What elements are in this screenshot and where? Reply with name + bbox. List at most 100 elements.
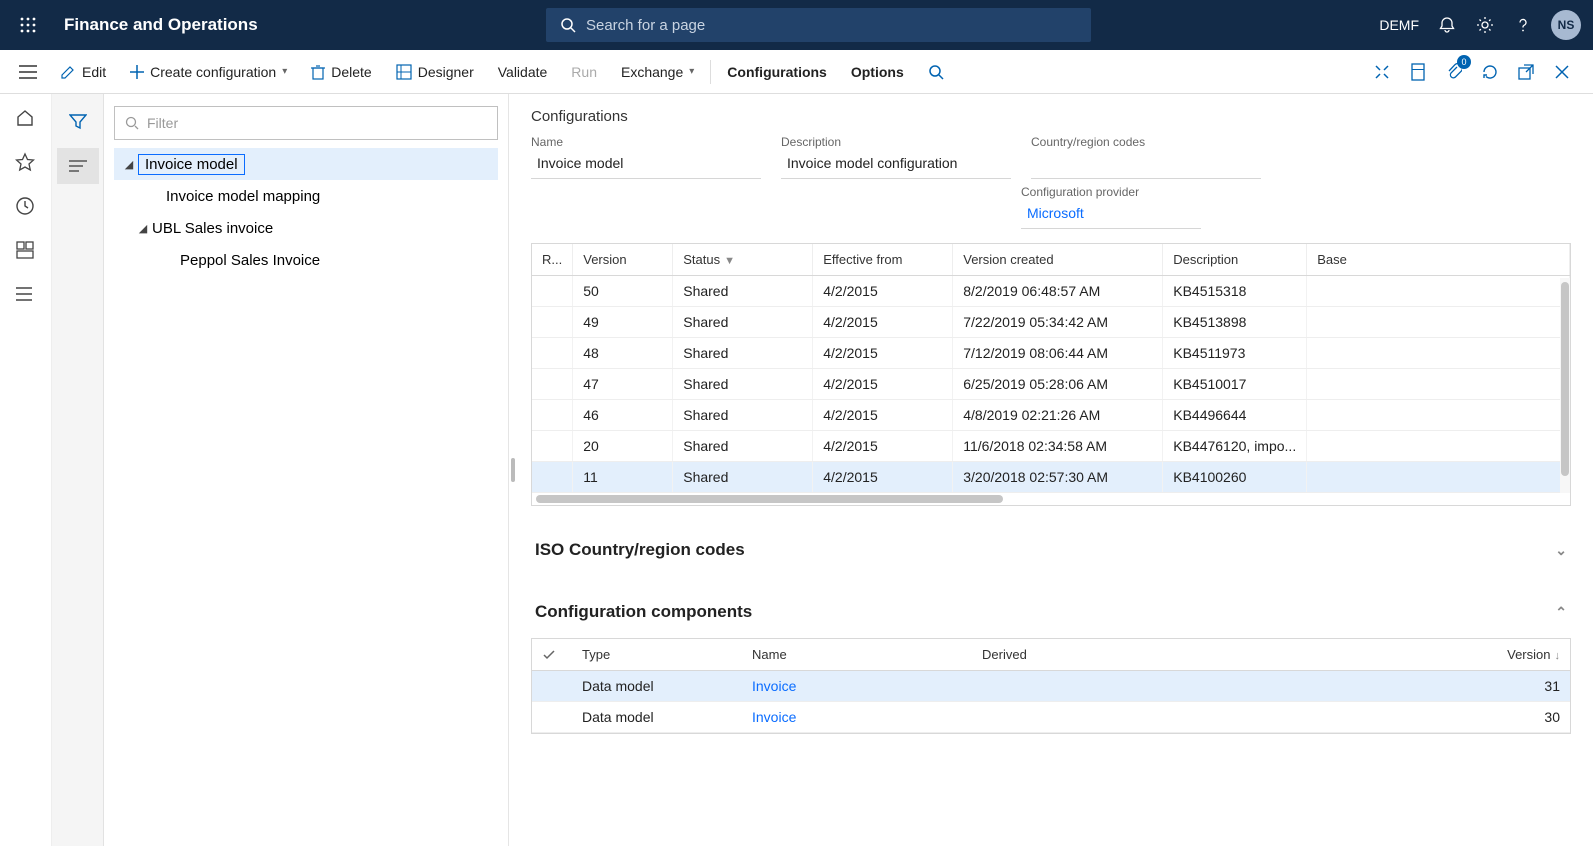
exchange-button[interactable]: Exchange ▾ <box>609 50 706 94</box>
col-select[interactable] <box>532 639 572 671</box>
cell-r <box>532 338 573 369</box>
col-version[interactable]: Version↓ <box>1132 639 1570 671</box>
settings-icon[interactable] <box>1475 15 1495 35</box>
cell-name-link[interactable]: Invoice <box>742 671 972 702</box>
home-icon[interactable] <box>15 108 37 130</box>
refresh-icon[interactable] <box>1479 61 1501 83</box>
cell-effective: 4/2/2015 <box>813 400 953 431</box>
chevron-down-icon: ▾ <box>689 66 694 77</box>
grid-header-row: Type Name Derived Version↓ <box>532 639 1570 671</box>
create-configuration-button[interactable]: Create configuration ▾ <box>118 50 299 94</box>
cell-status: Shared <box>673 400 813 431</box>
tree-node-invoice-model[interactable]: ◢ Invoice model <box>114 148 498 180</box>
modules-icon[interactable] <box>15 284 37 306</box>
global-search-input[interactable] <box>586 17 1077 34</box>
cell-name-link[interactable]: Invoice <box>742 702 972 733</box>
recent-icon[interactable] <box>15 196 37 218</box>
cell-description: KB4513898 <box>1163 307 1307 338</box>
designer-button[interactable]: Designer <box>384 50 486 94</box>
field-value[interactable]: Invoice model <box>531 151 761 179</box>
cell-r <box>532 369 573 400</box>
cell-type: Data model <box>572 671 742 702</box>
col-type[interactable]: Type <box>572 639 742 671</box>
plus-icon <box>130 65 144 79</box>
table-row[interactable]: 50Shared4/2/20158/2/2019 06:48:57 AMKB45… <box>532 276 1570 307</box>
tree-filter[interactable] <box>114 106 498 140</box>
table-row[interactable]: 47Shared4/2/20156/25/2019 05:28:06 AMKB4… <box>532 369 1570 400</box>
section-header[interactable]: Configuration components ⌃ <box>531 594 1571 630</box>
configurations-tab[interactable]: Configurations <box>715 50 839 94</box>
help-icon[interactable] <box>1513 15 1533 35</box>
table-row[interactable]: 20Shared4/2/201511/6/2018 02:34:58 AMKB4… <box>532 431 1570 462</box>
app-launcher-icon[interactable] <box>12 9 44 41</box>
validate-button[interactable]: Validate <box>486 50 560 94</box>
tree-filter-input[interactable] <box>147 115 487 131</box>
col-derived[interactable]: Derived <box>972 639 1132 671</box>
col-base[interactable]: Base <box>1307 244 1570 276</box>
favorites-icon[interactable] <box>15 152 37 174</box>
search-icon <box>125 116 139 130</box>
table-row[interactable]: 48Shared4/2/20157/12/2019 08:06:44 AMKB4… <box>532 338 1570 369</box>
tree-node-ubl-sales-invoice[interactable]: ◢ UBL Sales invoice <box>114 212 498 244</box>
pencil-icon <box>60 64 76 80</box>
workspaces-icon[interactable] <box>15 240 37 262</box>
field-value-link[interactable]: Microsoft <box>1021 201 1201 229</box>
horizontal-scrollbar[interactable] <box>532 493 1570 505</box>
cell-created: 8/2/2019 06:48:57 AM <box>953 276 1163 307</box>
find-button[interactable] <box>916 50 956 94</box>
cell-created: 3/20/2018 02:57:30 AM <box>953 462 1163 493</box>
options-tab[interactable]: Options <box>839 50 916 94</box>
table-row[interactable]: 11Shared4/2/20153/20/2018 02:57:30 AMKB4… <box>532 462 1570 493</box>
field-value[interactable]: Invoice model configuration <box>781 151 1011 179</box>
col-description[interactable]: Description <box>1163 244 1307 276</box>
col-effective[interactable]: Effective from <box>813 244 953 276</box>
splitter[interactable] <box>509 94 517 846</box>
table-row[interactable]: 46Shared4/2/20154/8/2019 02:21:26 AMKB44… <box>532 400 1570 431</box>
tree-node-label: Invoice model mapping <box>166 188 320 205</box>
tree-node-invoice-model-mapping[interactable]: Invoice model mapping <box>114 180 498 212</box>
cell-base <box>1307 462 1570 493</box>
col-name[interactable]: Name <box>742 639 972 671</box>
notifications-icon[interactable] <box>1437 15 1457 35</box>
collapse-icon[interactable]: ◢ <box>120 158 138 171</box>
user-avatar[interactable]: NS <box>1551 10 1581 40</box>
list-view-icon[interactable] <box>57 148 99 184</box>
office-icon[interactable] <box>1407 61 1429 83</box>
field-value[interactable] <box>1031 151 1261 179</box>
edit-button[interactable]: Edit <box>48 50 118 94</box>
attachments-icon[interactable]: 0 <box>1443 61 1465 83</box>
field-country-codes: Country/region codes <box>1031 135 1261 179</box>
global-search[interactable] <box>546 8 1091 42</box>
chevron-down-icon: ▾ <box>282 66 287 77</box>
popout-icon[interactable] <box>1515 61 1537 83</box>
cell-description: KB4515318 <box>1163 276 1307 307</box>
cell-description: KB4496644 <box>1163 400 1307 431</box>
section-header[interactable]: ISO Country/region codes ⌄ <box>531 532 1571 568</box>
vertical-scrollbar[interactable] <box>1560 278 1570 493</box>
run-label: Run <box>571 64 597 80</box>
section-iso-country-codes: ISO Country/region codes ⌄ <box>531 532 1571 568</box>
table-row[interactable]: Data modelInvoice30 <box>532 702 1570 733</box>
col-status[interactable]: Status▼ <box>673 244 813 276</box>
components-grid: Type Name Derived Version↓ Data modelInv… <box>531 638 1571 734</box>
cell-description: KB4511973 <box>1163 338 1307 369</box>
sort-down-icon: ↓ <box>1555 650 1561 662</box>
funnel-icon[interactable]: ▼ <box>724 255 735 267</box>
filter-icon[interactable] <box>57 104 99 140</box>
tree-node-peppol-sales-invoice[interactable]: Peppol Sales Invoice <box>114 244 498 276</box>
table-row[interactable]: Data modelInvoice31 <box>532 671 1570 702</box>
cell-effective: 4/2/2015 <box>813 369 953 400</box>
cell-version: 20 <box>573 431 673 462</box>
col-r[interactable]: R... <box>532 244 573 276</box>
company-selector[interactable]: DEMF <box>1379 17 1419 33</box>
cell-created: 4/8/2019 02:21:26 AM <box>953 400 1163 431</box>
table-row[interactable]: 49Shared4/2/20157/22/2019 05:34:42 AMKB4… <box>532 307 1570 338</box>
delete-button[interactable]: Delete <box>299 50 383 94</box>
close-icon[interactable] <box>1551 61 1573 83</box>
field-configuration-provider: Configuration provider Microsoft <box>1021 185 1201 229</box>
col-version[interactable]: Version <box>573 244 673 276</box>
related-icon[interactable] <box>1371 61 1393 83</box>
collapse-icon[interactable]: ◢ <box>134 222 152 235</box>
nav-toggle-icon[interactable] <box>8 65 48 79</box>
col-created[interactable]: Version created <box>953 244 1163 276</box>
